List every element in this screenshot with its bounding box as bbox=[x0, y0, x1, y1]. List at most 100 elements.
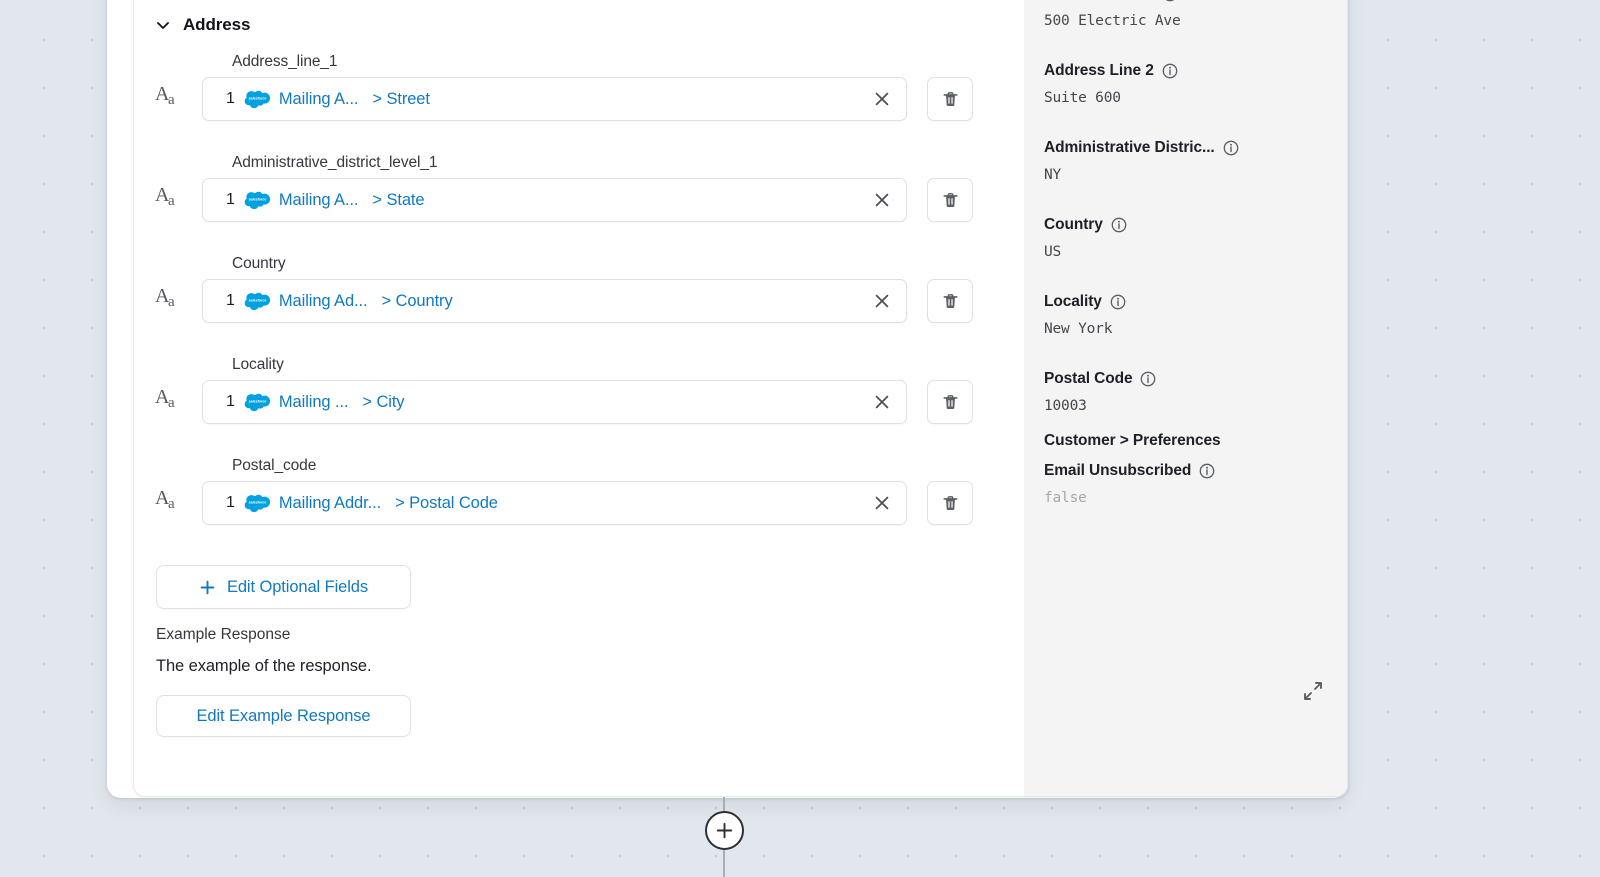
example-response-text: The example of the response. bbox=[156, 657, 372, 675]
clear-mapping-button[interactable] bbox=[870, 390, 894, 414]
preview-field-label: Administrative Distric... bbox=[1044, 139, 1329, 157]
delete-field-button[interactable] bbox=[927, 279, 973, 323]
salesforce-logo-icon: salesforce bbox=[244, 90, 270, 108]
text-type-icon: Aa bbox=[155, 487, 175, 512]
close-icon bbox=[875, 395, 889, 409]
preview-field-label: Address Line 2 bbox=[1044, 62, 1329, 80]
preview-field-value: NY bbox=[1044, 167, 1062, 183]
info-icon[interactable] bbox=[1140, 371, 1156, 387]
preview-field-value: false bbox=[1044, 490, 1087, 506]
mapping-input[interactable]: 1 salesforce Mailing Addr... > Postal Code bbox=[202, 481, 907, 525]
salesforce-logo-icon: salesforce bbox=[244, 494, 270, 512]
info-icon[interactable] bbox=[1162, 63, 1178, 79]
chevron-down-icon bbox=[157, 22, 169, 29]
delete-field-button[interactable] bbox=[927, 380, 973, 424]
mapping-target: > Street bbox=[372, 89, 430, 108]
field-rows: Address_line_1 Aa 1 salesforce Mailing A... >… bbox=[134, 45, 1024, 550]
svg-text:salesforce: salesforce bbox=[249, 198, 267, 202]
svg-text:salesforce: salesforce bbox=[249, 97, 267, 101]
add-step-button[interactable] bbox=[705, 811, 744, 850]
example-response-label: Example Response bbox=[156, 626, 291, 643]
field-row: Locality Aa 1 salesforce Mailing ... > City bbox=[134, 348, 1024, 449]
info-icon[interactable] bbox=[1199, 463, 1215, 479]
delete-field-button[interactable] bbox=[927, 77, 973, 121]
mapping-input[interactable]: 1 salesforce Mailing A... > State bbox=[202, 178, 907, 222]
flow-canvas: Address Address_line_1 Aa 1 salesforce Maili… bbox=[0, 0, 1600, 877]
edit-example-response-button[interactable]: Edit Example Response bbox=[156, 695, 411, 737]
edit-optional-fields-button[interactable]: Edit Optional Fields bbox=[156, 565, 411, 609]
field-label: Country bbox=[232, 255, 286, 272]
delete-field-button[interactable] bbox=[927, 481, 973, 525]
mapping-target: > City bbox=[362, 392, 405, 411]
address-section-header[interactable]: Address bbox=[155, 15, 250, 35]
field-label: Postal_code bbox=[232, 457, 317, 474]
mapping-input[interactable]: 1 salesforce Mailing A... > Street bbox=[202, 77, 907, 121]
mapping-source: Mailing A... bbox=[278, 190, 359, 209]
plus-icon bbox=[716, 822, 733, 839]
trash-icon bbox=[942, 293, 958, 308]
clear-mapping-button[interactable] bbox=[870, 289, 894, 313]
mapping-index: 1 bbox=[226, 393, 235, 410]
field-row: Address_line_1 Aa 1 salesforce Mailing A... >… bbox=[134, 45, 1024, 146]
clear-mapping-button[interactable] bbox=[870, 188, 894, 212]
edit-optional-fields-label: Edit Optional Fields bbox=[226, 577, 369, 596]
info-icon[interactable] bbox=[1110, 294, 1126, 310]
field-label: Administrative_district_level_1 bbox=[232, 154, 438, 171]
trash-icon bbox=[942, 192, 958, 207]
mapping-index: 1 bbox=[226, 90, 235, 107]
preview-field-label: Email Unsubscribed bbox=[1044, 462, 1329, 480]
trash-icon bbox=[942, 495, 958, 510]
salesforce-logo-icon: salesforce bbox=[244, 393, 270, 411]
svg-text:salesforce: salesforce bbox=[249, 400, 267, 404]
field-row: Postal_code Aa 1 salesforce Mailing Addr... >… bbox=[134, 449, 1024, 550]
preview-field-label: Country bbox=[1044, 216, 1329, 234]
expand-diagonal-icon bbox=[1304, 682, 1322, 700]
salesforce-logo-icon: salesforce bbox=[244, 191, 270, 209]
info-icon[interactable] bbox=[1162, 0, 1178, 2]
preview-body: Customer > AddressAddress Line 1500 Elec… bbox=[1044, 0, 1329, 506]
preview-group-heading: Customer > Preferences bbox=[1044, 432, 1221, 449]
trash-icon bbox=[942, 394, 958, 409]
svg-text:salesforce: salesforce bbox=[249, 299, 267, 303]
mapping-target: > Country bbox=[381, 291, 453, 310]
preview-field-value: 10003 bbox=[1044, 398, 1087, 414]
salesforce-logo-icon: salesforce bbox=[244, 292, 270, 310]
preview-field-value: 500 Electric Ave bbox=[1044, 13, 1181, 29]
preview-field-label: Address Line 1 bbox=[1044, 0, 1329, 3]
field-row: Country Aa 1 salesforce Mailing Ad... > Count… bbox=[134, 247, 1024, 348]
mapping-target: > State bbox=[372, 190, 425, 209]
info-icon[interactable] bbox=[1111, 217, 1127, 233]
field-label: Locality bbox=[232, 356, 284, 373]
clear-mapping-button[interactable] bbox=[870, 491, 894, 515]
response-preview-panel: Customer > AddressAddress Line 1500 Elec… bbox=[1024, 0, 1347, 796]
close-icon bbox=[875, 294, 889, 308]
trash-icon bbox=[942, 91, 958, 106]
plus-icon bbox=[200, 580, 215, 594]
mapping-input[interactable]: 1 salesforce Mailing Ad... > Country bbox=[202, 279, 907, 323]
expand-preview-button[interactable] bbox=[1302, 680, 1324, 702]
close-icon bbox=[875, 193, 889, 207]
preview-field-label: Postal Code bbox=[1044, 370, 1329, 388]
edit-example-response-label: Edit Example Response bbox=[196, 706, 371, 725]
preview-field-value: US bbox=[1044, 244, 1062, 260]
preview-field-value: Suite 600 bbox=[1044, 90, 1121, 106]
field-mapping-form: Address Address_line_1 Aa 1 salesforce Maili… bbox=[134, 0, 1024, 796]
mapping-source: Mailing Ad... bbox=[278, 291, 368, 310]
close-icon bbox=[875, 496, 889, 510]
field-row: Administrative_district_level_1 Aa 1 salesf… bbox=[134, 146, 1024, 247]
mapping-index: 1 bbox=[226, 292, 235, 309]
clear-mapping-button[interactable] bbox=[870, 87, 894, 111]
delete-field-button[interactable] bbox=[927, 178, 973, 222]
action-node-card: Address Address_line_1 Aa 1 salesforce Maili… bbox=[133, 0, 1348, 797]
field-label: Address_line_1 bbox=[232, 53, 338, 70]
mapping-source: Mailing A... bbox=[278, 89, 359, 108]
section-title: Address bbox=[183, 15, 251, 34]
svg-text:salesforce: salesforce bbox=[249, 501, 267, 505]
text-type-icon: Aa bbox=[155, 386, 175, 411]
mapping-source: Mailing Addr... bbox=[278, 493, 382, 512]
info-icon[interactable] bbox=[1223, 140, 1239, 156]
preview-field-value: New York bbox=[1044, 321, 1113, 337]
mapping-input[interactable]: 1 salesforce Mailing ... > City bbox=[202, 380, 907, 424]
preview-field-label: Locality bbox=[1044, 293, 1329, 311]
mapping-index: 1 bbox=[226, 494, 235, 511]
